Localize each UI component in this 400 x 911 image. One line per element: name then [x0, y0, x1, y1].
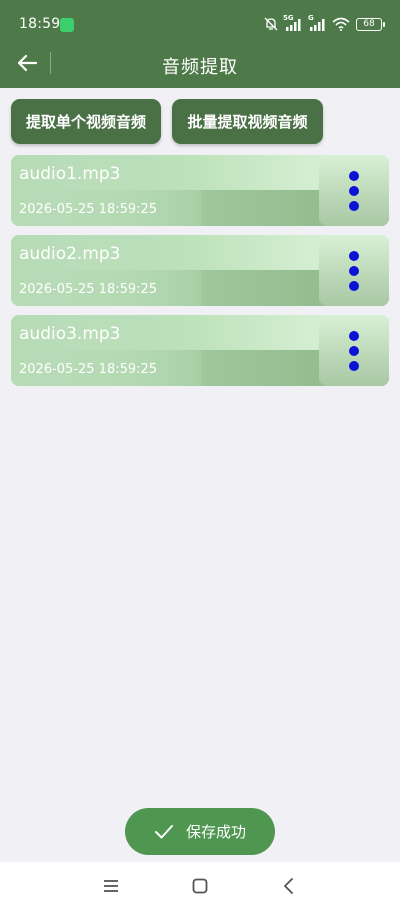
- audio-file-date: 2026-05-25 18:59:25: [19, 282, 158, 297]
- audio-list-item[interactable]: audio1.mp3 2026-05-25 18:59:25: [11, 155, 389, 226]
- page-title: 音频提取: [162, 57, 238, 78]
- battery-icon: 68: [356, 17, 385, 31]
- app-notification-icon: [60, 18, 74, 32]
- toast-text: 保存成功: [185, 823, 246, 841]
- recent-apps-button[interactable]: [99, 874, 123, 898]
- audio-file-name: audio3.mp3: [19, 324, 121, 344]
- more-dot-icon: [349, 330, 359, 341]
- more-dot-icon: [349, 250, 359, 261]
- status-icons: 5G G 68: [264, 14, 385, 32]
- more-dot-icon: [349, 345, 359, 356]
- more-dot-icon: [349, 185, 359, 196]
- more-options-button[interactable]: [319, 155, 389, 226]
- home-icon: [192, 878, 208, 894]
- home-button[interactable]: [188, 874, 212, 898]
- signal-g-label: G: [308, 14, 314, 22]
- audio-list-item[interactable]: audio2.mp3 2026-05-25 18:59:25: [11, 235, 389, 306]
- menu-icon: [104, 880, 118, 892]
- back-icon: [284, 878, 293, 894]
- signal-5g-label: 5G: [283, 14, 294, 22]
- more-dot-icon: [349, 280, 359, 291]
- system-back-button[interactable]: [276, 874, 300, 898]
- extract-single-button[interactable]: 提取单个视频音频: [11, 99, 161, 144]
- audio-file-date: 2026-05-25 18:59:25: [19, 362, 158, 377]
- signal-g-icon: G: [308, 14, 326, 31]
- more-options-button[interactable]: [319, 315, 389, 386]
- toast-message: 保存成功: [125, 808, 275, 855]
- more-dot-icon: [349, 265, 359, 276]
- more-dot-icon: [349, 170, 359, 181]
- audio-list-item[interactable]: audio3.mp3 2026-05-25 18:59:25: [11, 315, 389, 386]
- navigation-bar: [0, 862, 400, 911]
- audio-list: audio1.mp3 2026-05-25 18:59:25 audio2.mp…: [11, 155, 389, 395]
- more-options-button[interactable]: [319, 235, 389, 306]
- toolbar: 音频提取: [0, 40, 400, 88]
- status-time: 18:59: [19, 16, 61, 32]
- wifi-icon: [332, 17, 350, 31]
- check-icon: [154, 824, 173, 838]
- extract-batch-button[interactable]: 批量提取视频音频: [172, 99, 323, 144]
- mute-bell-icon: [264, 17, 278, 31]
- audio-file-name: audio1.mp3: [19, 164, 121, 184]
- more-dot-icon: [349, 360, 359, 371]
- signal-5g-icon: 5G: [283, 14, 302, 31]
- status-bar: 18:59 5G G 68: [0, 0, 400, 40]
- audio-file-name: audio2.mp3: [19, 244, 121, 264]
- audio-file-date: 2026-05-25 18:59:25: [19, 202, 158, 217]
- app-header: 18:59 5G G 68 音频提取: [0, 0, 400, 88]
- more-dot-icon: [349, 200, 359, 211]
